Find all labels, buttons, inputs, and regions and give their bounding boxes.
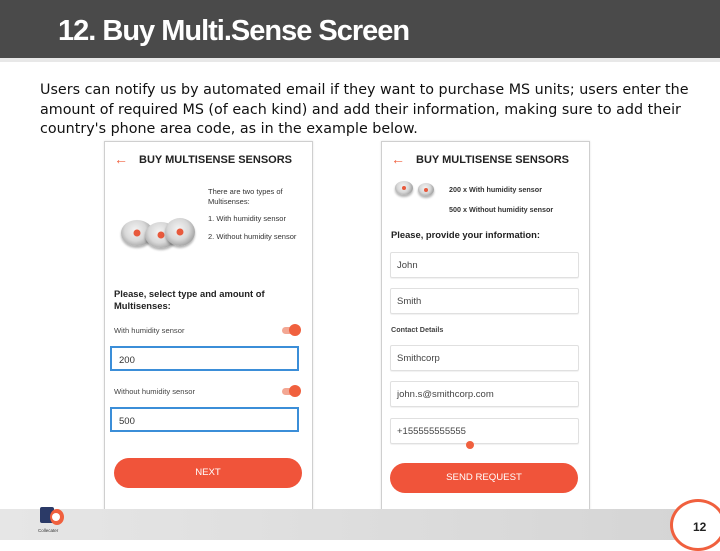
slide-title-bar: 12. Buy Multi.Sense Screen: [0, 0, 720, 62]
without-humidity-label: Without humidity sensor: [114, 387, 196, 396]
last-name-field[interactable]: Smith: [390, 288, 579, 314]
slide-title: 12. Buy Multi.Sense Screen: [58, 15, 410, 47]
with-humidity-toggle[interactable]: [282, 324, 301, 336]
slide-description: Users can notify us by automated email i…: [40, 82, 689, 137]
email-field[interactable]: john.s@smithcorp.com: [390, 381, 579, 407]
collecater-logo: [38, 505, 68, 527]
first-name-field[interactable]: John: [390, 252, 579, 278]
summary-without-humidity: 500 x Without humidity sensor: [449, 205, 554, 214]
without-humidity-toggle[interactable]: [282, 385, 301, 397]
without-humidity-amount-input[interactable]: 500: [110, 407, 299, 432]
summary-with-humidity: 200 x With humidity sensor: [449, 185, 542, 194]
slide-footer: [0, 509, 720, 540]
type-with-humidity: 1. With humidity sensor: [208, 214, 286, 224]
screen-header: ← BUY MULTISENSE SENSORS: [382, 142, 589, 180]
contact-details-label: Contact Details: [391, 325, 444, 334]
sensor-icon: [165, 218, 195, 246]
next-button[interactable]: NEXT: [114, 458, 302, 488]
screen-title: BUY MULTISENSE SENSORS: [416, 154, 570, 166]
with-humidity-label: With humidity sensor: [114, 326, 185, 335]
type-without-humidity: 2. Without humidity sensor: [208, 231, 297, 241]
text-cursor-handle[interactable]: [466, 441, 474, 449]
sensor-icon: [395, 181, 413, 195]
logo-text: Collecater: [38, 528, 59, 533]
sensor-types-info: There are two types of Multisenses: 1. W…: [208, 187, 303, 241]
select-prompt: Please, select type and amount of Multis…: [114, 288, 265, 311]
page-number: 12: [693, 520, 707, 534]
phone-screen-select-amount: ← BUY MULTISENSE SENSORS There are two t…: [104, 141, 313, 511]
arrow-left-icon[interactable]: ←: [391, 151, 405, 167]
phone-field[interactable]: +155555555555: [390, 418, 579, 444]
phone-screen-contact-info: ← BUY MULTISENSE SENSORS 200 x With humi…: [381, 141, 590, 511]
info-prompt: Please, provide your information:: [391, 229, 540, 240]
sensor-icon: [418, 183, 434, 196]
company-field[interactable]: Smithcorp: [390, 345, 579, 371]
send-request-button[interactable]: SEND REQUEST: [390, 463, 578, 493]
with-humidity-amount-input[interactable]: 200: [110, 346, 299, 371]
page-number-badge: 12: [670, 499, 720, 551]
title-divider: [0, 58, 720, 62]
intro-text: There are two types of Multisenses:: [208, 187, 283, 206]
arrow-left-icon[interactable]: ←: [114, 151, 128, 167]
screen-header: ← BUY MULTISENSE SENSORS: [105, 142, 312, 180]
screen-title: BUY MULTISENSE SENSORS: [139, 154, 293, 166]
